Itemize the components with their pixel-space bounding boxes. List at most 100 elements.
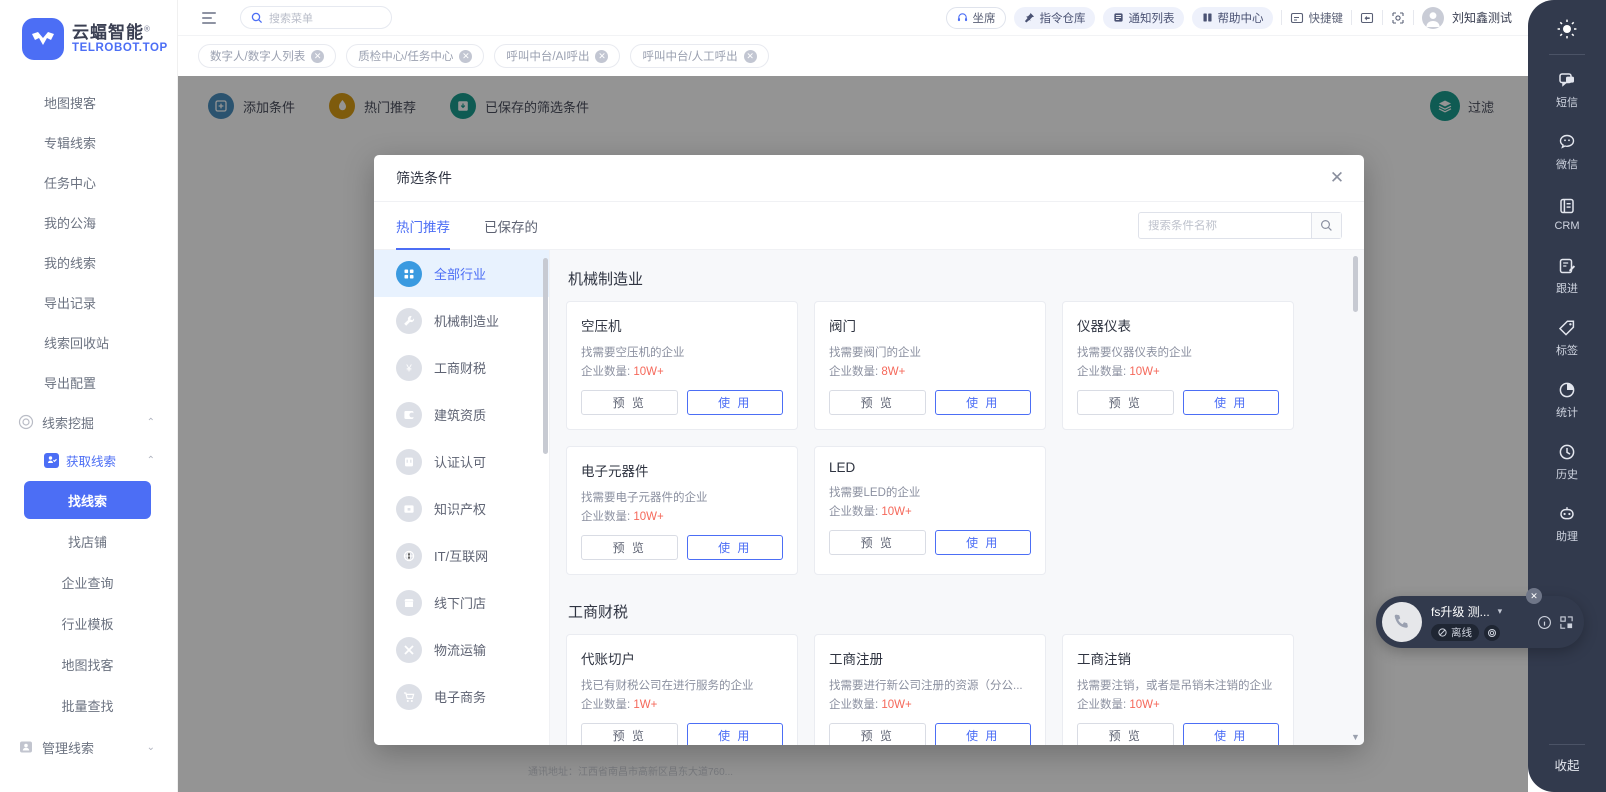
condition-card[interactable]: 阀门 找需要阀门的企业 企业数量: 8W+ 预 览 使 用 — [814, 301, 1046, 430]
tab-digital-human-list[interactable]: 数字人/数字人列表 ✕ — [198, 44, 336, 68]
close-icon[interactable]: ✕ — [595, 50, 608, 63]
preview-button[interactable]: 预 览 — [1077, 390, 1174, 415]
expand-icon[interactable] — [1559, 615, 1574, 630]
menu-search-input[interactable]: 搜索菜单 — [240, 6, 392, 29]
user-avatar-icon[interactable] — [1422, 7, 1444, 29]
condition-card[interactable]: 工商注销 找需要注销，或者是吊销未注销的企业 企业数量: 10W+ 预 览 使 … — [1062, 634, 1294, 745]
category-business-tax[interactable]: ¥ 工商财税 — [374, 344, 549, 391]
use-button[interactable]: 使 用 — [935, 390, 1032, 415]
user-name[interactable]: 刘知鑫测试 — [1452, 9, 1512, 26]
close-icon[interactable]: ✕ — [744, 50, 757, 63]
sidebar-item-find-shops[interactable]: 找店铺 — [24, 522, 151, 560]
preview-button[interactable]: 预 览 — [829, 723, 926, 745]
condition-card[interactable]: LED 找需要LED的企业 企业数量: 10W+ 预 览 使 用 — [814, 446, 1046, 575]
close-icon[interactable]: ✕ — [1328, 169, 1346, 187]
sidebar-item-batch-find[interactable]: 批量查找 — [24, 686, 151, 724]
category-construction-qualification[interactable]: 建筑资质 — [374, 391, 549, 438]
preview-button[interactable]: 预 览 — [581, 535, 678, 560]
sidebar-item-task-center[interactable]: 任务中心 — [0, 162, 177, 202]
sidebar-item-company-query[interactable]: 企业查询 — [24, 563, 151, 601]
seat-button[interactable]: 坐席 — [946, 7, 1006, 29]
close-icon[interactable]: ✕ — [459, 50, 472, 63]
tab-label: 呼叫中台/人工呼出 — [642, 48, 737, 64]
close-icon[interactable]: ✕ — [311, 50, 324, 63]
brand-logo-block[interactable]: 云蝠智能® TELROBOT.TOP — [0, 0, 177, 60]
sidebar-item-export-config[interactable]: 导出配置 — [0, 362, 177, 402]
collapse-menu-icon[interactable] — [202, 7, 224, 29]
screenshot-icon[interactable] — [1391, 11, 1405, 25]
content-scrollbar[interactable] — [1353, 256, 1358, 312]
sidebar-item-export-records[interactable]: 导出记录 — [0, 282, 177, 322]
phone-icon[interactable] — [1382, 602, 1422, 642]
gear-icon[interactable] — [1484, 625, 1500, 641]
sidebar-group-lead-mining[interactable]: 线索挖掘 ⌃ — [0, 402, 177, 442]
rail-item-sms[interactable]: 短信 — [1528, 59, 1606, 121]
rail-item-history[interactable]: 历史 — [1528, 431, 1606, 493]
condition-search-button[interactable] — [1311, 213, 1341, 238]
rail-collapse-button[interactable]: 收起 — [1554, 755, 1579, 774]
rail-item-stats[interactable]: 统计 — [1528, 369, 1606, 431]
use-button[interactable]: 使 用 — [1183, 723, 1280, 745]
tab-qc-task-center[interactable]: 质检中心/任务中心 ✕ — [346, 44, 484, 68]
use-button[interactable]: 使 用 — [687, 535, 784, 560]
preview-button[interactable]: 预 览 — [1077, 723, 1174, 745]
preview-button[interactable]: 预 览 — [829, 390, 926, 415]
sidebar-item-find-leads[interactable]: 找线索 — [24, 481, 151, 519]
category-ecommerce[interactable]: 电子商务 — [374, 673, 549, 720]
sidebar-group-manage-leads[interactable]: 管理线索 ⌄ — [0, 727, 177, 767]
category-scrollbar[interactable] — [543, 258, 548, 454]
rail-item-crm[interactable]: CRM — [1528, 183, 1606, 245]
condition-card[interactable]: 仪器仪表 找需要仪器仪表的企业 企业数量: 10W+ 预 览 使 用 — [1062, 301, 1294, 430]
preview-button[interactable]: 预 览 — [581, 723, 678, 745]
sidebar-item-album-leads[interactable]: 专辑线索 — [0, 122, 177, 162]
use-button[interactable]: 使 用 — [687, 390, 784, 415]
category-logistics[interactable]: 物流运输 — [374, 626, 549, 673]
shortcut-button[interactable]: 快捷键 — [1290, 10, 1343, 26]
tab-saved[interactable]: 已保存的 — [484, 202, 538, 250]
condition-card[interactable]: 代账切户 找已有财税公司在进行服务的企业 企业数量: 1W+ 预 览 使 用 — [566, 634, 798, 745]
sun-icon[interactable] — [1552, 14, 1582, 44]
divider — [1382, 10, 1383, 25]
category-offline-store[interactable]: 线下门店 — [374, 579, 549, 626]
close-icon[interactable]: ✕ — [1526, 588, 1542, 604]
category-machinery[interactable]: 机械制造业 — [374, 297, 549, 344]
rail-item-assistant[interactable]: 助理 — [1528, 493, 1606, 555]
scroll-down-icon[interactable]: ▼ — [1350, 732, 1361, 743]
sidebar-item-my-pool[interactable]: 我的公海 — [0, 202, 177, 242]
sidebar-item-industry-template[interactable]: 行业模板 — [24, 604, 151, 642]
category-intellectual-property[interactable]: 知识产权 — [374, 485, 549, 532]
use-button[interactable]: 使 用 — [935, 723, 1032, 745]
use-button[interactable]: 使 用 — [1183, 390, 1280, 415]
sidebar-item-lead-recycle[interactable]: 线索回收站 — [0, 322, 177, 362]
condition-card[interactable]: 空压机 找需要空压机的企业 企业数量: 10W+ 预 览 使 用 — [566, 301, 798, 430]
use-button[interactable]: 使 用 — [935, 530, 1032, 555]
tab-ai-outbound[interactable]: 呼叫中台/AI呼出 ✕ — [494, 44, 620, 68]
rail-item-tag[interactable]: 标签 — [1528, 307, 1606, 369]
notification-list-button[interactable]: 通知列表 — [1103, 7, 1184, 29]
tab-hot-recommend[interactable]: 热门推荐 — [396, 202, 450, 250]
condition-search-input[interactable] — [1139, 220, 1311, 232]
tab-manual-outbound[interactable]: 呼叫中台/人工呼出 ✕ — [630, 44, 768, 68]
phone-account-row[interactable]: fs升级 测... ▾ — [1431, 603, 1502, 620]
rail-item-wechat[interactable]: 微信 — [1528, 121, 1606, 183]
screen-share-icon[interactable] — [1360, 11, 1374, 25]
preview-button[interactable]: 预 览 — [829, 530, 926, 555]
category-all-industries[interactable]: 全部行业 — [374, 250, 549, 297]
category-certification[interactable]: 认证认可 — [374, 438, 549, 485]
sidebar-item-map-customer[interactable]: 地图找客 — [24, 645, 151, 683]
sidebar-item-my-leads[interactable]: 我的线索 — [0, 242, 177, 282]
rail-item-followup[interactable]: 跟进 — [1528, 245, 1606, 307]
sidebar-nav: 地图搜客 专辑线索 任务中心 我的公海 我的线索 导出记录 线索回收站 导出配置… — [0, 82, 177, 767]
sidebar-item-map-search[interactable]: 地图搜客 — [0, 82, 177, 122]
category-label: 全部行业 — [434, 264, 486, 283]
preview-button[interactable]: 预 览 — [581, 390, 678, 415]
condition-card[interactable]: 工商注册 找需要进行新公司注册的资源（分公... 企业数量: 10W+ 预 览 … — [814, 634, 1046, 745]
use-button[interactable]: 使 用 — [687, 723, 784, 745]
sidebar-subgroup-get-leads[interactable]: 获取线索 ⌃ — [0, 442, 177, 478]
command-repo-button[interactable]: 指令仓库 — [1014, 7, 1095, 29]
condition-card[interactable]: 电子元器件 找需要电子元器件的企业 企业数量: 10W+ 预 览 使 用 — [566, 446, 798, 575]
category-it-internet[interactable]: IT/互联网 — [374, 532, 549, 579]
status-badge[interactable]: 离线 — [1431, 624, 1479, 641]
info-icon[interactable] — [1537, 615, 1552, 630]
help-center-button[interactable]: 帮助中心 — [1192, 7, 1273, 29]
